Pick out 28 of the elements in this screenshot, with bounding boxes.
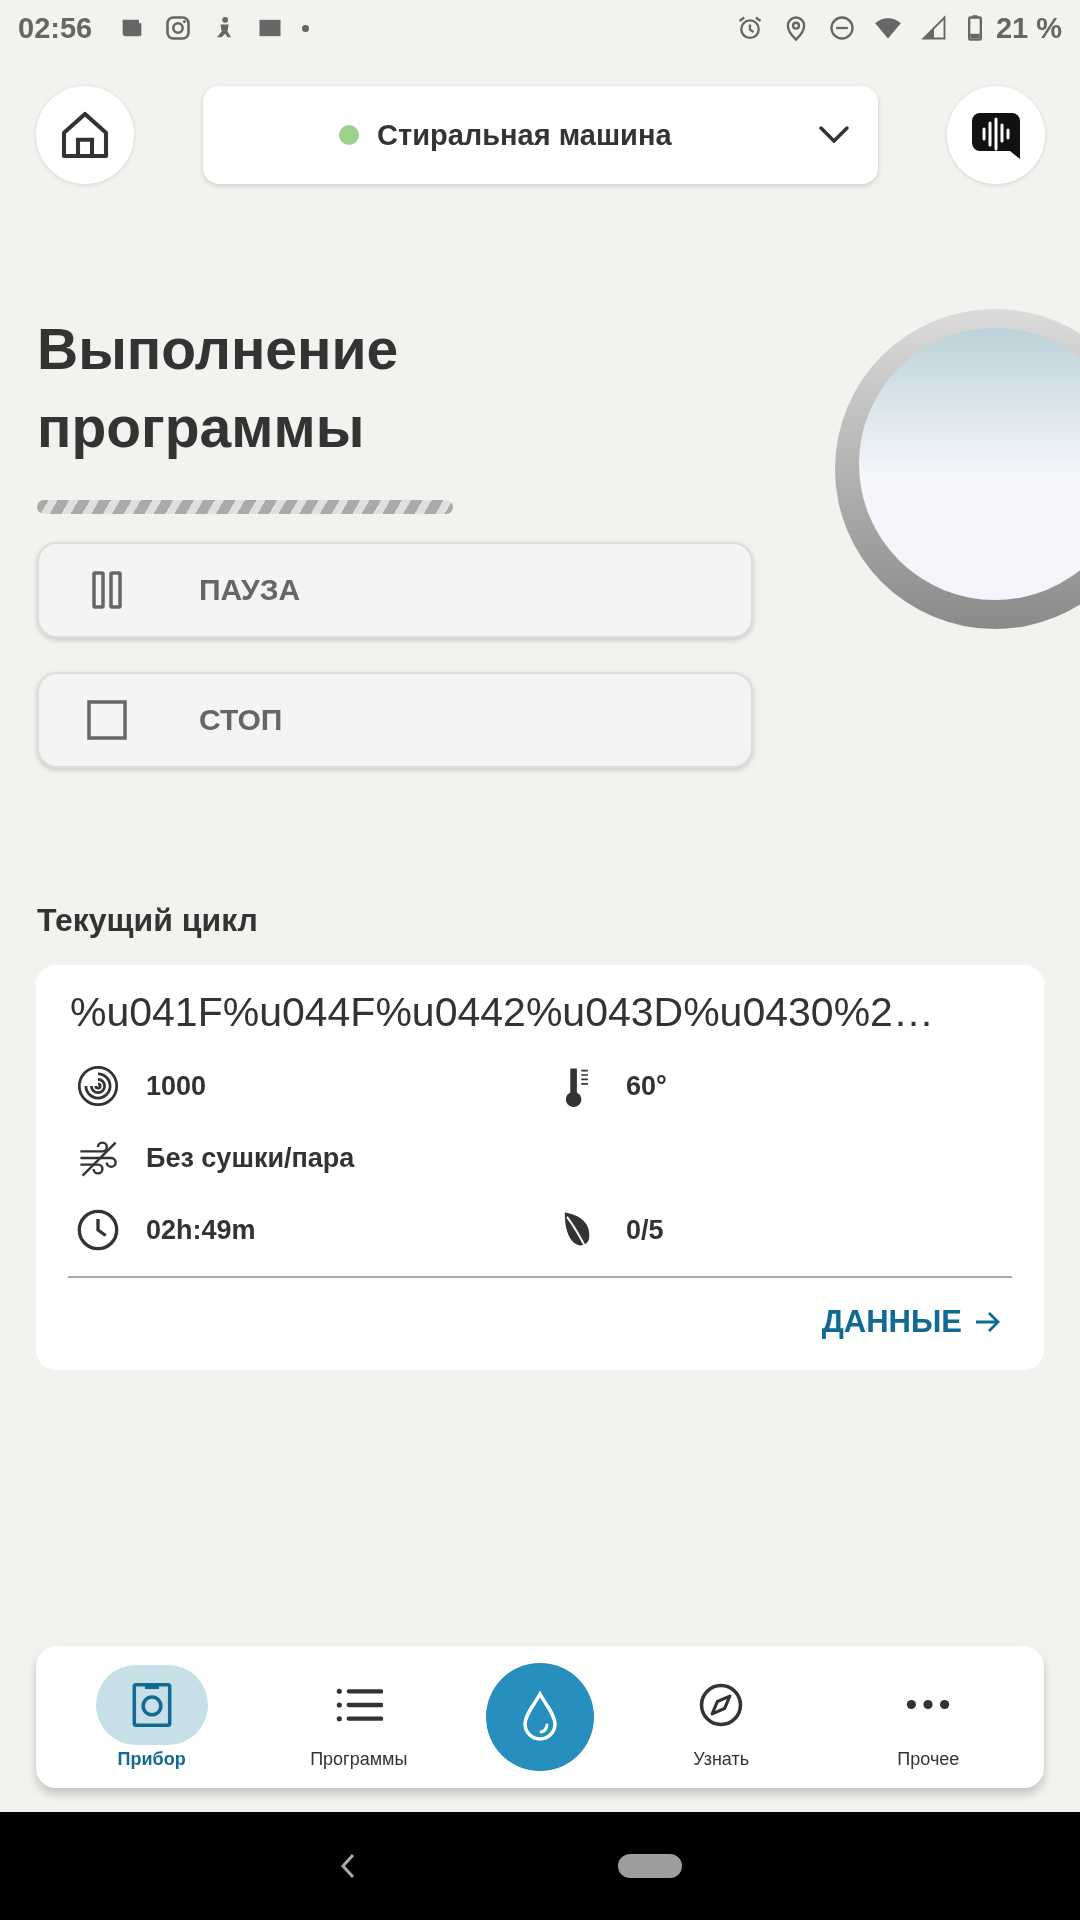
details-link[interactable]: ДАННЫЕ [821, 1304, 1002, 1340]
minus-circle-icon [827, 14, 856, 42]
nav-tab[interactable]: Прочее [848, 1664, 1009, 1770]
battery-percent: 21 % [995, 11, 1062, 45]
pause-button[interactable]: ПАУЗА [37, 542, 753, 638]
home-pill[interactable] [618, 1854, 682, 1878]
device-selector[interactable]: Стиральная машина [203, 86, 878, 184]
notification-dot [302, 24, 310, 32]
page-title: Выполнение программы [37, 316, 400, 461]
battery-icon [965, 14, 984, 42]
camera-icon [164, 14, 193, 42]
detail-value: 60° [626, 1070, 667, 1102]
detail-value: 1000 [146, 1070, 207, 1102]
clock-icon [76, 1208, 120, 1252]
spiral-icon [76, 1064, 120, 1108]
detail-value: 0/5 [626, 1214, 664, 1246]
nav-tab[interactable]: Узнать [641, 1664, 802, 1770]
stop-button[interactable]: СТОП [37, 672, 753, 768]
program-name: %u041F%u044F%u0442%u043D%u0430%2… [69, 989, 935, 1036]
arrow-right-icon [974, 1310, 1002, 1334]
nav-tab[interactable]: Программы [278, 1664, 439, 1770]
signal-icon [919, 14, 948, 42]
detail-value: 02h:49m [146, 1214, 256, 1246]
section-title: Текущий цикл [37, 902, 259, 939]
detail-value: Без сушки/пара [146, 1142, 355, 1174]
status-time: 02:56 [18, 11, 93, 45]
chevron-down-icon [818, 125, 850, 145]
stop-icon [87, 700, 127, 740]
